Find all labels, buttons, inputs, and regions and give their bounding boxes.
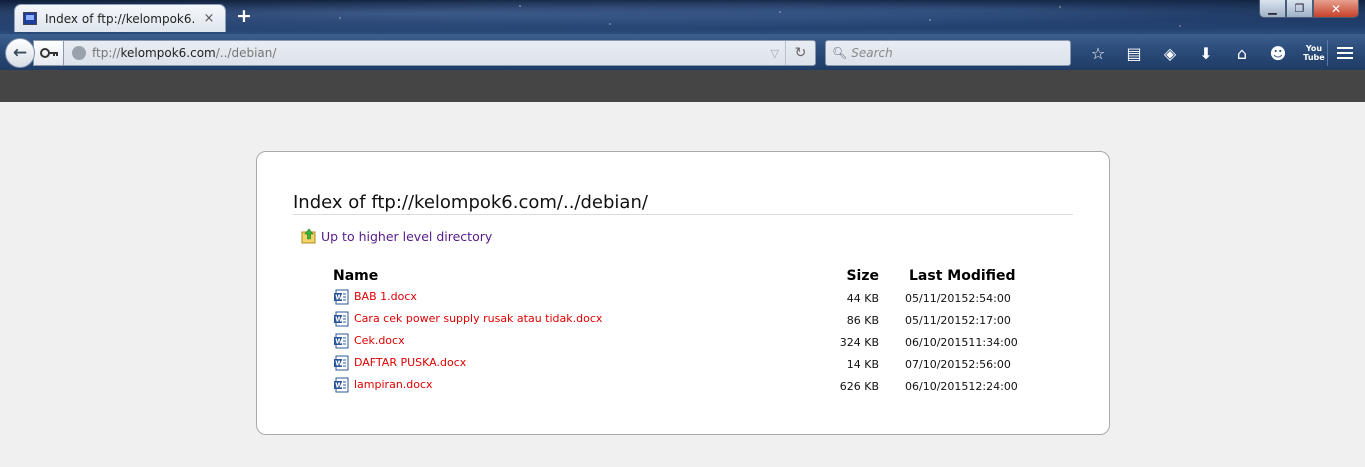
file-size: 44 KB [846, 291, 879, 305]
word-document-icon: W [334, 289, 349, 304]
column-header-name[interactable]: Name [333, 265, 798, 287]
tab-title: Index of ftp://kelompok6.c... [45, 11, 195, 26]
file-date: 05/11/2015 [905, 313, 969, 327]
search-icon: 🔍︎ [832, 46, 848, 60]
file-name: DAFTAR PUSKA.docx [354, 356, 467, 369]
reload-button[interactable]: ↻ [785, 41, 815, 65]
svg-text:W: W [335, 359, 343, 367]
title-bar: Index of ftp://kelompok6.c... × + ▁ ❐ ✕ [0, 0, 1365, 34]
ftp-favicon-icon [23, 12, 37, 25]
tab-active[interactable]: Index of ftp://kelompok6.c... × [14, 4, 226, 32]
file-link[interactable]: W Cek.docx [333, 333, 405, 349]
file-name: lampiran.docx [354, 378, 433, 391]
table-row: W DAFTAR PUSKA.docx 14 KB 07/10/2015 2:56… [333, 353, 1028, 375]
bookmark-star-icon[interactable]: ☆ [1080, 40, 1116, 66]
directory-listing: Index of ftp://kelompok6.com/../debian/ … [256, 151, 1110, 435]
file-link[interactable]: W Cara cek power supply rusak atau tidak.… [333, 311, 602, 327]
back-button[interactable]: ← [5, 38, 35, 68]
tab-close-icon[interactable]: × [201, 11, 217, 27]
search-bar[interactable]: 🔍︎ [825, 40, 1071, 66]
pocket-icon[interactable]: ◈ [1152, 40, 1188, 66]
url-bar[interactable]: ftp://kelompok6.com/../debian/ ▽ ↻ [63, 40, 816, 66]
search-input[interactable] [851, 46, 1052, 60]
file-time: 2:17:00 [968, 313, 1011, 327]
home-icon[interactable]: ⌂ [1224, 40, 1260, 66]
up-directory-label[interactable]: Up to higher level directory [321, 229, 492, 244]
url-text[interactable]: ftp://kelompok6.com/../debian/ [92, 46, 276, 60]
file-time: 2:54:00 [968, 291, 1011, 305]
site-identity-button[interactable] [33, 40, 63, 66]
word-document-icon: W [334, 355, 349, 370]
table-row: W Cara cek power supply rusak atau tidak.… [333, 309, 1028, 331]
key-icon [39, 48, 58, 58]
file-size: 86 KB [846, 313, 879, 327]
smiley-icon[interactable]: ☻ [1260, 40, 1296, 66]
svg-text:W: W [335, 337, 343, 345]
file-table: Name Size Last Modified W BAB 1.docx 44 K… [333, 265, 1028, 397]
maximize-button[interactable]: ❐ [1286, 0, 1313, 18]
minimize-button[interactable]: ▁ [1259, 0, 1286, 18]
svg-text:W: W [335, 381, 343, 389]
file-time: 12:24:00 [968, 379, 1018, 393]
table-row: W BAB 1.docx 44 KB 05/11/2015 2:54:00 [333, 287, 1028, 309]
toolbar-icons: ☆ ▤ ◈ ⬇ ⌂ ☻ You Tube [1080, 40, 1332, 66]
table-header: Name Size Last Modified [333, 265, 1028, 287]
word-document-icon: W [334, 377, 349, 392]
file-size: 14 KB [846, 357, 879, 371]
up-directory-link[interactable]: Up to higher level directory [301, 228, 492, 244]
file-time: 11:34:00 [968, 335, 1018, 349]
table-row: W Cek.docx 324 KB 06/10/2015 11:34:00 [333, 331, 1028, 353]
file-date: 05/11/2015 [905, 291, 969, 305]
file-date: 07/10/2015 [905, 357, 969, 371]
file-link[interactable]: W BAB 1.docx [333, 289, 417, 305]
word-document-icon: W [334, 311, 349, 326]
file-date: 06/10/2015 [905, 335, 969, 349]
file-size: 626 KB [839, 379, 879, 393]
window-controls: ▁ ❐ ✕ [1259, 0, 1359, 18]
column-header-size[interactable]: Size [798, 265, 881, 287]
file-time: 2:56:00 [968, 357, 1011, 371]
file-name: Cara cek power supply rusak atau tidak.d… [354, 312, 603, 325]
globe-icon [72, 46, 86, 60]
file-link[interactable]: W DAFTAR PUSKA.docx [333, 355, 466, 371]
new-tab-button[interactable]: + [234, 6, 254, 26]
svg-text:W: W [335, 293, 343, 301]
column-header-modified[interactable]: Last Modified [881, 265, 1028, 287]
navigation-toolbar: ← ftp://kelompok6.com/../debian/ ▽ ↻ 🔍︎ … [0, 34, 1365, 70]
menu-button[interactable] [1327, 40, 1361, 66]
history-dropdown-icon[interactable]: ▽ [771, 47, 779, 60]
table-row: Wlampiran.docx 626 KB 06/10/2015 12:24:0… [333, 375, 1028, 397]
file-link[interactable]: Wlampiran.docx [333, 377, 433, 393]
file-size: 324 KB [839, 335, 879, 349]
page-title: Index of ftp://kelompok6.com/../debian/ [293, 192, 1073, 215]
svg-text:W: W [335, 315, 343, 323]
page-top-strip [0, 70, 1365, 102]
reading-list-icon[interactable]: ▤ [1116, 40, 1152, 66]
word-document-icon: W [334, 333, 349, 348]
file-name: Cek.docx [354, 334, 405, 347]
folder-up-icon [301, 228, 316, 244]
file-name: BAB 1.docx [354, 290, 417, 303]
file-date: 06/10/2015 [905, 379, 969, 393]
download-icon[interactable]: ⬇ [1188, 40, 1224, 66]
close-window-button[interactable]: ✕ [1313, 0, 1359, 18]
